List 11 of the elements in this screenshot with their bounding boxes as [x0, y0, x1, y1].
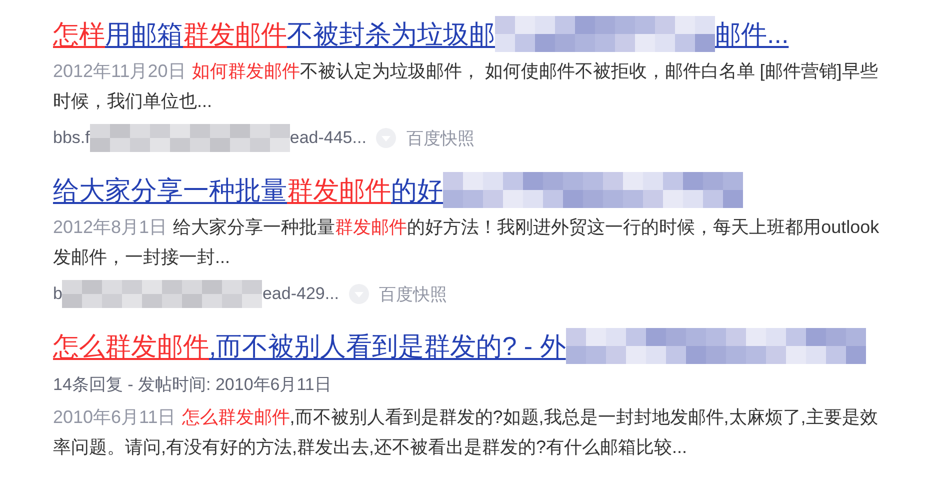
result-title-link[interactable]: 给大家分享一种批量群发邮件的好 [53, 170, 888, 210]
snapshot-link[interactable]: 百度快照 [406, 126, 474, 150]
post-meta: 14条回复 - 发帖时间: 2010年6月11日 [53, 374, 332, 396]
result-snippet: 2012年8月1日 给大家分享一种批量群发邮件的好方法！我刚进外贸这一行的时候，每天上班都用outlook发邮件，一封接一封... [53, 216, 880, 269]
result-snippet: 2012年11月20日 如何群发邮件不被认定为垃圾邮件， 如何使邮件不被拒收，邮件白名单 [邮件营销]早些时候，我们单位也... [53, 60, 879, 113]
result-title-link[interactable]: 怎样用邮箱群发邮件不被封杀为垃圾邮 邮件... [53, 14, 888, 54]
result-title-link[interactable]: 怎么群发邮件,而不被别人看到是群发的? - 外 [53, 326, 888, 366]
result-snippet: 2010年6月11日 怎么群发邮件,而不被别人看到是群发的?如题,我总是一封封地发邮件,太麻烦了,主要是效率问题。请问,有没有好的方法,群发出去,还不被看出是群发的?有什么邮箱比较... [53, 406, 879, 459]
snapshot-link[interactable]: 百度快照 [379, 282, 448, 306]
result-url[interactable]: bbs.f ead-445... [53, 124, 366, 152]
result-url[interactable]: b ead-429... [53, 280, 340, 308]
